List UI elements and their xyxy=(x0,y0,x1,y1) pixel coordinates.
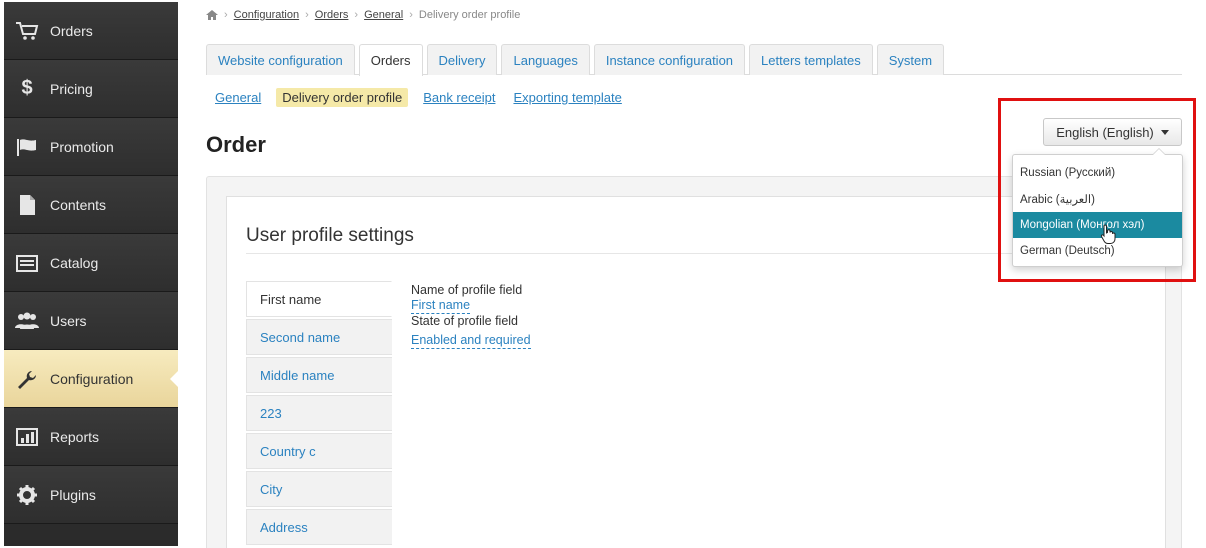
sidebar-item-orders[interactable]: Orders xyxy=(4,2,178,60)
caret-down-icon xyxy=(1160,129,1169,135)
list-icon xyxy=(14,252,40,274)
language-option-german[interactable]: German (Deutsch) xyxy=(1013,238,1182,264)
language-option-russian[interactable]: Russian (Русский) xyxy=(1013,160,1182,186)
subnav-general[interactable]: General xyxy=(212,88,264,107)
tab-orders[interactable]: Orders xyxy=(358,44,423,76)
field-item-middle-name[interactable]: Middle name xyxy=(246,357,392,393)
language-option-arabic[interactable]: Arabic (العربية) xyxy=(1013,186,1182,212)
bar-chart-icon xyxy=(14,426,40,448)
field-item-address[interactable]: Address xyxy=(246,509,392,545)
gear-icon xyxy=(14,484,40,506)
tab-letters-templates[interactable]: Letters templates xyxy=(749,44,873,75)
users-icon xyxy=(14,310,40,332)
breadcrumb-separator: › xyxy=(305,9,309,21)
hand-cursor-icon xyxy=(1100,224,1116,244)
language-selected-label: English (English) xyxy=(1056,124,1154,140)
breadcrumb-link-configuration[interactable]: Configuration xyxy=(234,9,299,21)
tab-delivery[interactable]: Delivery xyxy=(426,44,498,75)
sidebar-item-users[interactable]: Users xyxy=(4,292,178,350)
page-title: Order xyxy=(206,132,266,157)
field-details: Name of profile field First name State o… xyxy=(411,283,531,349)
breadcrumb-current: Delivery order profile xyxy=(418,9,521,21)
breadcrumb-link-orders[interactable]: Orders xyxy=(315,9,349,21)
name-field-label: Name of profile field xyxy=(411,283,523,297)
cart-icon xyxy=(14,20,40,42)
tab-system[interactable]: System xyxy=(876,44,945,75)
sidebar-item-contents[interactable]: Contents xyxy=(4,176,178,234)
sidebar-item-label: Contents xyxy=(50,196,107,213)
name-field-value[interactable]: First name xyxy=(411,298,471,314)
subnav-bank-receipt[interactable]: Bank receipt xyxy=(420,88,498,107)
tab-languages[interactable]: Languages xyxy=(501,44,590,75)
language-dropdown-button[interactable]: English (English) xyxy=(1043,118,1182,146)
sidebar-item-plugins[interactable]: Plugins xyxy=(4,466,178,524)
sidebar-item-label: Configuration xyxy=(50,370,134,387)
section-title: User profile settings xyxy=(246,225,414,246)
sidebar-item-configuration[interactable]: Configuration xyxy=(4,350,178,408)
state-field-value[interactable]: Enabled and required xyxy=(411,333,531,349)
field-item-second-name[interactable]: Second name xyxy=(246,319,392,355)
sidebar-item-label: Orders xyxy=(50,22,93,39)
sidebar-item-reports[interactable]: Reports xyxy=(4,408,178,466)
sidebar-item-label: Users xyxy=(50,312,87,329)
sidebar-item-label: Reports xyxy=(50,428,100,445)
field-item-223[interactable]: 223 xyxy=(246,395,392,431)
field-item-city[interactable]: City xyxy=(246,471,392,507)
language-dropdown-menu: Russian (Русский) Arabic (العربية) Mongo… xyxy=(1012,148,1183,267)
dollar-icon: $ xyxy=(21,77,33,99)
breadcrumb-separator: › xyxy=(409,9,413,21)
field-item-first-name[interactable]: First name xyxy=(246,281,392,317)
breadcrumb-separator: › xyxy=(354,9,359,21)
document-icon xyxy=(14,194,40,216)
sidebar: Orders $ Pricing Promotion Contents Cata… xyxy=(4,2,178,546)
sidebar-item-label: Pricing xyxy=(50,80,93,97)
sidebar-item-catalog[interactable]: Catalog xyxy=(4,234,178,292)
sidebar-item-label: Catalog xyxy=(50,254,99,271)
breadcrumb-link-general[interactable]: General xyxy=(364,9,403,21)
subnav: General Delivery order profile Bank rece… xyxy=(212,88,625,107)
field-item-country[interactable]: Country c xyxy=(246,433,392,469)
tab-instance-configuration[interactable]: Instance configuration xyxy=(593,44,746,75)
profile-field-list: First name Second name Middle name 223 C… xyxy=(246,281,392,547)
breadcrumb: › Configuration › Orders › General › Del… xyxy=(206,9,520,21)
flag-icon xyxy=(14,136,40,158)
wrench-icon xyxy=(14,368,40,390)
subnav-exporting-template[interactable]: Exporting template xyxy=(510,88,624,107)
sidebar-item-label: Plugins xyxy=(50,486,96,503)
sidebar-item-pricing[interactable]: $ Pricing xyxy=(4,60,178,118)
home-icon[interactable] xyxy=(206,10,218,20)
config-tabs: Website configuration Orders Delivery La… xyxy=(206,44,1182,76)
language-option-mongolian[interactable]: Mongolian (Монгол хэл) xyxy=(1013,212,1182,238)
tab-website-configuration[interactable]: Website configuration xyxy=(206,44,355,75)
sidebar-item-label: Promotion xyxy=(50,138,114,155)
breadcrumb-separator: › xyxy=(224,9,228,21)
subnav-delivery-order-profile[interactable]: Delivery order profile xyxy=(276,88,409,107)
sidebar-item-promotion[interactable]: Promotion xyxy=(4,118,178,176)
state-field-label: State of profile field xyxy=(411,314,519,328)
